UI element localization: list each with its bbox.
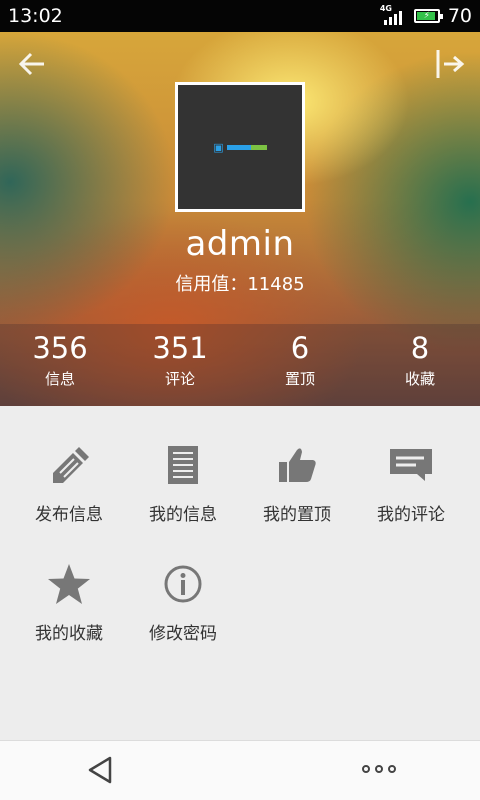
stat-label: 评论	[164, 370, 195, 388]
menu-area: 发布信息 我的信息 我的置顶 我的评论 我的收藏 修改密码	[0, 406, 480, 740]
back-arrow-icon[interactable]	[14, 46, 50, 82]
stat-pinned[interactable]: 6 置顶	[240, 324, 360, 406]
stats-bar: 356 信息 351 评论 6 置顶 8 收藏	[0, 324, 480, 406]
menu-item-my-favorites[interactable]: 我的收藏	[12, 561, 126, 644]
profile-header: ▣ admin 信用值：11485 356 信息 351 评论 6 置顶 8 收…	[0, 32, 480, 406]
more-options-icon[interactable]	[362, 765, 396, 773]
credit-value: 信用值：11485	[175, 274, 305, 295]
stat-value: 6	[290, 331, 310, 365]
status-indicators: 4G ⚡ 70	[380, 4, 472, 27]
thumbs-up-icon	[274, 442, 320, 488]
menu-item-change-password[interactable]: 修改密码	[126, 561, 240, 644]
menu-item-my-pinned[interactable]: 我的置顶	[240, 442, 354, 525]
pencil-icon	[46, 442, 92, 488]
signal-icon: 4G	[380, 4, 406, 26]
info-icon	[160, 561, 206, 607]
site-logo-icon: ▣	[213, 140, 224, 154]
status-time: 13:02	[8, 5, 63, 27]
menu-label: 我的收藏	[35, 624, 103, 644]
document-icon	[160, 442, 206, 488]
navigation-bar	[0, 740, 480, 800]
menu-label: 我的信息	[149, 505, 217, 525]
menu-item-publish[interactable]: 发布信息	[12, 442, 126, 525]
menu-item-my-comments[interactable]: 我的评论	[354, 442, 468, 525]
nav-back-icon[interactable]	[86, 755, 114, 785]
username: admin	[185, 224, 295, 264]
menu-item-my-posts[interactable]: 我的信息	[126, 442, 240, 525]
stat-posts[interactable]: 356 信息	[0, 324, 120, 406]
menu-label: 我的评论	[377, 505, 445, 525]
menu-label: 修改密码	[149, 624, 217, 644]
battery-icon: ⚡	[413, 9, 443, 23]
logo-bar	[226, 144, 267, 150]
menu-label: 我的置顶	[263, 505, 331, 525]
stat-label: 置顶	[284, 370, 315, 388]
avatar[interactable]: ▣	[175, 82, 305, 212]
menu-label: 发布信息	[35, 505, 103, 525]
stat-label: 信息	[44, 370, 75, 388]
status-bar: 13:02 4G ⚡ 70	[0, 0, 480, 32]
star-icon	[46, 561, 92, 607]
comment-icon	[388, 442, 434, 488]
menu-grid: 发布信息 我的信息 我的置顶 我的评论 我的收藏 修改密码	[12, 442, 468, 644]
stat-favorites[interactable]: 8 收藏	[360, 324, 480, 406]
stat-value: 356	[32, 331, 88, 365]
stat-value: 8	[410, 331, 430, 365]
logout-icon[interactable]	[432, 46, 468, 82]
stat-comments[interactable]: 351 评论	[120, 324, 240, 406]
stat-label: 收藏	[404, 370, 435, 388]
battery-level: 70	[447, 5, 472, 27]
stat-value: 351	[152, 331, 208, 365]
